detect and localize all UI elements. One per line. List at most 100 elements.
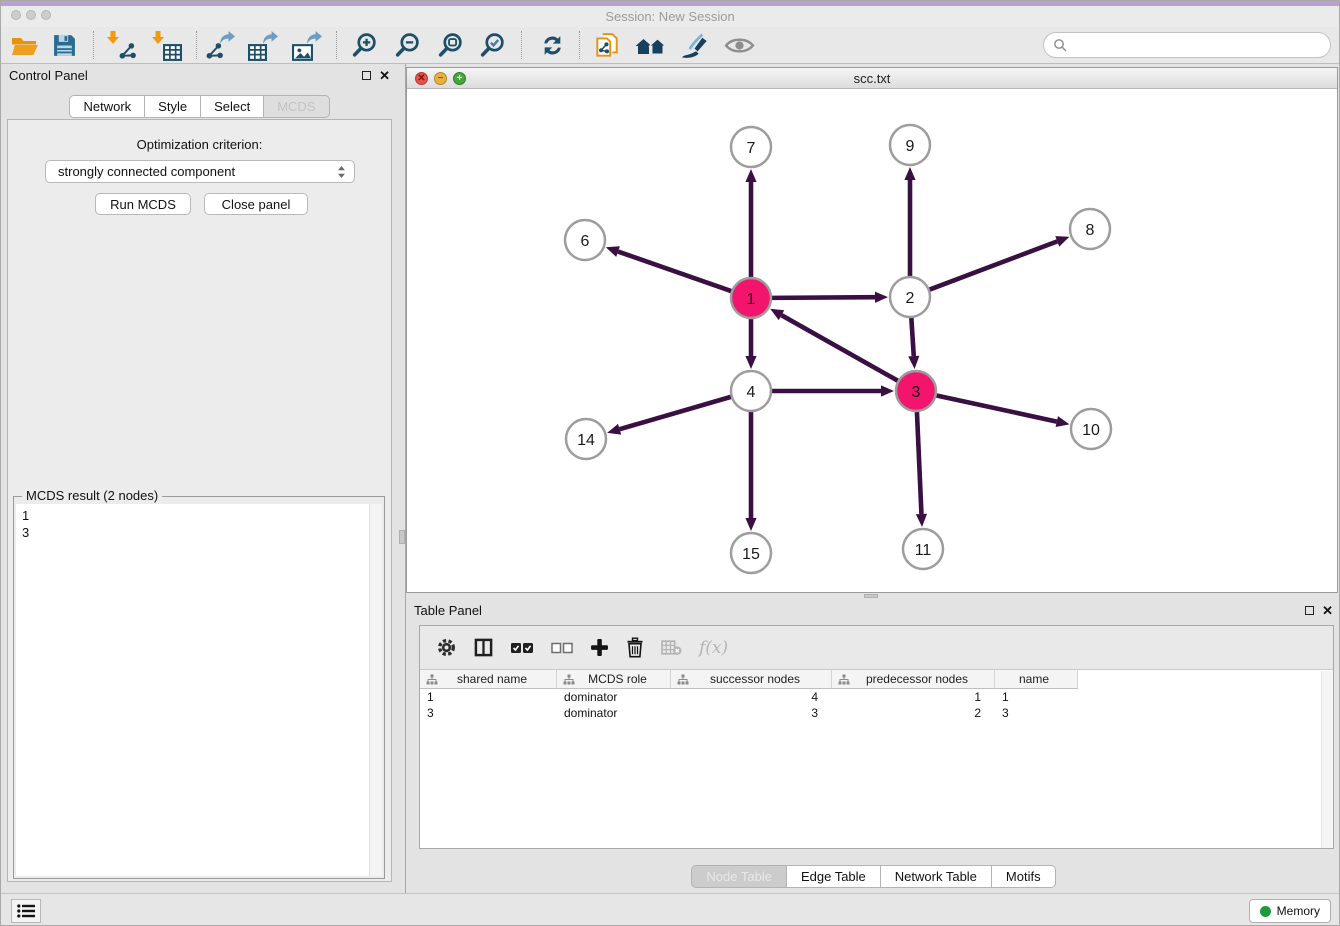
minimize-window-icon[interactable] [26, 10, 36, 20]
graph-node-3[interactable]: 3 [896, 371, 936, 411]
maximize-window-icon[interactable] [41, 10, 51, 20]
export-table-icon[interactable] [245, 29, 281, 62]
table-cell[interactable]: 3 [420, 705, 557, 721]
graph-node-4[interactable]: 4 [731, 371, 771, 411]
graph-node-15[interactable]: 15 [731, 533, 771, 573]
table-cell[interactable]: 3 [995, 705, 1078, 721]
column-header-name[interactable]: name [995, 670, 1078, 689]
tab-node-table[interactable]: Node Table [691, 865, 787, 888]
graph-edge-3-11[interactable] [917, 412, 922, 514]
table-row[interactable]: 3dominator323 [420, 705, 1333, 721]
graph-node-6[interactable]: 6 [565, 220, 605, 260]
column-header-successor-nodes[interactable]: successor nodes [671, 670, 832, 689]
table-cell[interactable]: dominator [557, 689, 671, 705]
export-image-icon[interactable] [289, 29, 325, 62]
save-icon[interactable] [46, 29, 82, 62]
table-settings-gear-icon[interactable] [436, 637, 457, 658]
delete-column-trash-icon[interactable] [626, 637, 644, 658]
close-panel-button[interactable]: Close panel [204, 193, 308, 215]
status-bar: Memory [1, 893, 1339, 926]
graph-edge-arrowhead [606, 246, 620, 257]
mcds-result-box[interactable]: 1 3 [16, 504, 382, 876]
graph-edge-2-3[interactable] [911, 318, 913, 356]
table-cell[interactable]: dominator [557, 705, 671, 721]
search-input[interactable] [1072, 38, 1330, 53]
tab-network-table[interactable]: Network Table [881, 865, 992, 888]
graph-edge-3-1[interactable] [781, 315, 897, 381]
close-view-icon[interactable]: ✕ [415, 72, 428, 85]
graph-node-8[interactable]: 8 [1070, 209, 1110, 249]
network-canvas[interactable]: 7 9 6 8 1 2 4 3 14 10 15 11 [407, 89, 1337, 592]
graph-edge-1-6[interactable] [618, 252, 731, 292]
zoom-fit-icon[interactable] [432, 29, 468, 62]
graph-node-9[interactable]: 9 [890, 125, 930, 165]
result-scrollbar[interactable] [369, 504, 382, 876]
graph-node-10[interactable]: 10 [1071, 409, 1111, 449]
open-folder-icon[interactable] [7, 29, 43, 62]
graph-edge-1-2[interactable] [772, 297, 875, 298]
tab-motifs[interactable]: Motifs [992, 865, 1056, 888]
close-panel-icon[interactable]: ✕ [379, 69, 390, 82]
splitter-grip[interactable] [399, 530, 405, 544]
table-row[interactable]: 1dominator411 [420, 689, 1333, 705]
task-history-button[interactable] [11, 899, 41, 923]
column-header-predecessor-nodes[interactable]: predecessor nodes [832, 670, 995, 689]
float-panel-icon[interactable] [1305, 606, 1314, 615]
tab-select[interactable]: Select [201, 95, 264, 118]
graph-edge-arrowhead [745, 169, 756, 182]
unselect-all-columns-icon[interactable] [551, 642, 573, 654]
memory-button[interactable]: Memory [1249, 899, 1331, 923]
column-header-shared-name[interactable]: shared name [420, 670, 557, 689]
control-panel-title: Control Panel [9, 68, 88, 83]
zoom-selected-icon[interactable] [474, 29, 510, 62]
network-view-title: scc.txt [854, 71, 891, 86]
select-all-columns-icon[interactable] [510, 641, 534, 655]
style-brush-icon[interactable] [676, 29, 712, 62]
maximize-view-icon[interactable]: + [453, 72, 466, 85]
table-cell[interactable]: 3 [671, 705, 832, 721]
tab-network[interactable]: Network [69, 95, 145, 118]
clone-network-icon[interactable] [589, 29, 625, 62]
close-panel-icon[interactable]: ✕ [1322, 604, 1333, 617]
tab-mcds[interactable]: MCDS [264, 95, 329, 118]
main-titlebar: Session: New Session [1, 6, 1339, 27]
column-header-MCDS-role[interactable]: MCDS role [557, 670, 671, 689]
graph-node-14[interactable]: 14 [566, 419, 606, 459]
zoom-out-icon[interactable] [389, 29, 425, 62]
refresh-layout-icon[interactable] [534, 29, 570, 62]
search-field[interactable] [1043, 32, 1331, 58]
splitter-vertical[interactable] [398, 64, 406, 893]
show-hide-icon[interactable] [721, 29, 757, 62]
splitter-grip[interactable] [864, 594, 878, 598]
import-table-icon[interactable] [149, 29, 185, 62]
graph-node-11[interactable]: 11 [903, 529, 943, 569]
export-network-icon[interactable] [202, 29, 238, 62]
graph-edge-3-10[interactable] [937, 395, 1057, 421]
network-window-titlebar[interactable]: ✕ − + scc.txt [407, 68, 1337, 89]
close-window-icon[interactable] [11, 10, 21, 20]
run-mcds-button[interactable]: Run MCDS [95, 193, 191, 215]
table-cell[interactable]: 1 [420, 689, 557, 705]
zoom-in-icon[interactable] [346, 29, 382, 62]
tab-style[interactable]: Style [145, 95, 201, 118]
table-cell[interactable]: 4 [671, 689, 832, 705]
minimize-view-icon[interactable]: − [434, 72, 447, 85]
create-column-plus-icon[interactable] [590, 638, 609, 657]
table-cell[interactable]: 2 [832, 705, 995, 721]
graph-edge-2-8[interactable] [930, 241, 1058, 289]
table-cell[interactable]: 1 [995, 689, 1078, 705]
import-network-icon[interactable] [104, 29, 140, 62]
table-cell[interactable]: 1 [832, 689, 995, 705]
table-scrollbar[interactable] [1321, 671, 1333, 848]
graph-node-7[interactable]: 7 [731, 127, 771, 167]
main-traffic-lights[interactable] [11, 10, 51, 20]
show-columns-icon[interactable] [474, 638, 493, 657]
tab-edge-table[interactable]: Edge Table [787, 865, 881, 888]
graph-node-1[interactable]: 1 [731, 278, 771, 318]
graph-edge-4-14[interactable] [620, 397, 731, 429]
mcds-result-text: 1 3 [16, 504, 382, 541]
optimization-criterion-dropdown[interactable]: strongly connected component [45, 160, 355, 183]
float-panel-icon[interactable] [362, 71, 371, 80]
graph-node-2[interactable]: 2 [890, 277, 930, 317]
first-neighbors-icon[interactable] [632, 29, 668, 62]
